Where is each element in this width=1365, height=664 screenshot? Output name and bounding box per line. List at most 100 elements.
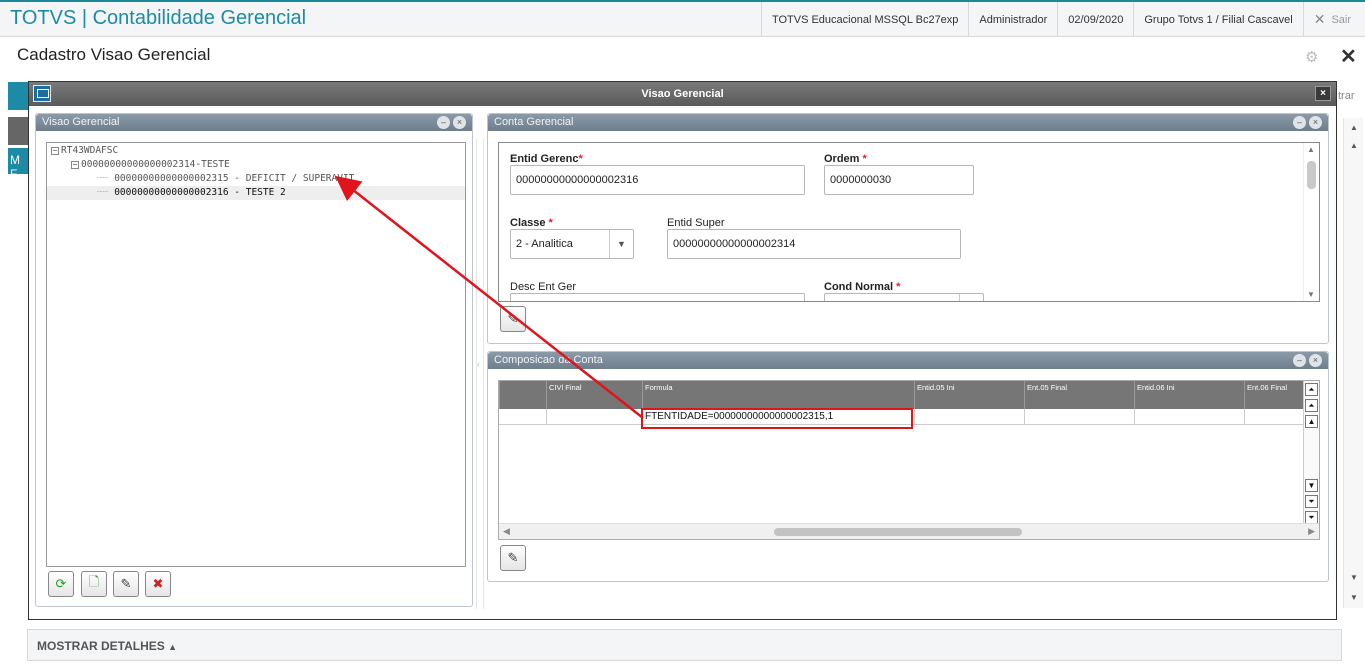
scroll-up-icon[interactable]: ▲ [1307, 145, 1315, 154]
entid-super-field[interactable]: 00000000000000002314 [667, 229, 961, 259]
delete-icon: ✖ [152, 576, 164, 591]
dialog-close-button[interactable]: × [1315, 86, 1331, 101]
classe-select[interactable]: 2 - Analitica ▼ [510, 229, 634, 259]
tree-node-2315[interactable]: ┈┈ 00000000000000002315 - DEFICIT / SUPE… [97, 172, 354, 186]
row-selector[interactable] [499, 409, 546, 425]
scroll-right-icon[interactable]: ▶ [1308, 526, 1315, 537]
grid-horizontal-scrollbar[interactable]: ◀ ▶ [499, 523, 1319, 539]
classe-label: Classe * [510, 217, 553, 229]
collapse-icon[interactable]: − [71, 160, 79, 169]
edit-icon: ✎ [507, 311, 519, 326]
scroll-down-icon[interactable]: ▼ [1348, 592, 1360, 604]
grid-vertical-scrollbar[interactable]: ⏶ ⏶ ▲ ▼ ⏷ ⏷ [1303, 381, 1319, 525]
civl-final-cell[interactable] [546, 409, 642, 425]
cond-normal-select[interactable] [824, 293, 984, 301]
conta-gerencial-header: Conta Gerencial – × [488, 114, 1328, 131]
scroll-thumb[interactable] [774, 528, 1022, 536]
grid-header: CIVl Final Formula Entid.05 Ini Ent.05 F… [499, 381, 1305, 409]
dialog-titlebar[interactable]: Visao Gerencial × [29, 82, 1336, 106]
composicao-panel: Composicao da Conta – × CIVl Final Formu… [487, 351, 1329, 582]
composicao-title: Composicao da Conta [494, 354, 603, 366]
panel-splitter[interactable]: ‹ [476, 139, 484, 609]
desc-ent-ger-field[interactable] [510, 293, 805, 301]
scroll-left-icon[interactable]: ◀ [503, 526, 510, 537]
tree-node-label: 00000000000000002315 - DEFICIT / SUPERAV… [114, 173, 355, 184]
close-icon[interactable]: × [1309, 116, 1322, 129]
minimize-icon[interactable]: – [1293, 116, 1306, 129]
page-close-button[interactable]: ✕ [1340, 44, 1357, 69]
grid-header-ent06-final[interactable]: Ent.06 Final [1244, 381, 1305, 409]
tree-panel-header: Visao Gerencial – × [36, 114, 472, 131]
grid-header-entid05-ini[interactable]: Entid.05 Ini [914, 381, 1024, 409]
background-scrollbar[interactable]: ▲ ▲ ▼ ▼ [1343, 118, 1363, 608]
ordem-label: Ordem * [824, 153, 867, 165]
tree-node-root[interactable]: − RT43WDAFSC [51, 144, 118, 158]
app-header: TOTVS | Contabilidade Gerencial TOTVS Ed… [0, 0, 1365, 37]
scroll-up-icon[interactable]: ▲ [1348, 122, 1360, 134]
tree-panel-title: Visao Gerencial [42, 116, 120, 128]
branch-label[interactable]: Grupo Totvs 1 / Filial Cascavel [1133, 2, 1302, 37]
edit-button[interactable]: ✎ [113, 571, 139, 597]
edit-button[interactable]: ✎ [500, 306, 526, 332]
tree-node-2314[interactable]: −00000000000000002314-TESTE [71, 158, 230, 172]
scroll-down-icon[interactable]: ▼ [1307, 290, 1315, 299]
desc-ent-ger-label: Desc Ent Ger [510, 281, 577, 293]
details-bar[interactable]: MOSTRAR DETALHES ▲ [27, 629, 1342, 661]
refresh-icon: ⟳ [55, 576, 67, 591]
show-details-toggle[interactable]: MOSTRAR DETALHES ▲ [37, 639, 177, 653]
user-label[interactable]: Administrador [968, 2, 1057, 37]
minimize-icon[interactable]: – [437, 116, 450, 129]
conta-gerencial-title: Conta Gerencial [494, 116, 574, 128]
grid-header-entid06-ini[interactable]: Entid.06 Ini [1134, 381, 1244, 409]
date-label[interactable]: 02/09/2020 [1057, 2, 1133, 37]
scroll-down-icon[interactable]: ▼ [1305, 479, 1318, 492]
chevron-down-icon[interactable]: ▼ [609, 230, 633, 258]
scroll-down-icon[interactable]: ▼ [1348, 572, 1360, 584]
scroll-up-icon[interactable]: ▲ [1305, 415, 1318, 428]
scroll-page-up-icon[interactable]: ⏶ [1305, 399, 1318, 412]
tree-node-label: 00000000000000002316 - TESTE 2 [114, 187, 286, 198]
close-icon[interactable]: × [453, 116, 466, 129]
scroll-page-down-icon[interactable]: ⏷ [1305, 495, 1318, 508]
delete-button[interactable]: ✖ [145, 571, 171, 597]
grid-header-cell [499, 381, 546, 409]
composicao-grid[interactable]: CIVl Final Formula Entid.05 Ini Ent.05 F… [498, 380, 1320, 540]
entid05-ini-cell[interactable] [914, 409, 1024, 425]
ent05-final-cell[interactable] [1024, 409, 1134, 425]
tree-node-2316[interactable]: ┈┈ 00000000000000002316 - TESTE 2 [47, 186, 465, 200]
ordem-field[interactable]: 0000000030 [824, 165, 974, 195]
refresh-button[interactable]: ⟳ [48, 571, 74, 597]
close-icon[interactable]: × [1309, 354, 1322, 367]
grid-header-civl-final[interactable]: CIVl Final [546, 381, 642, 409]
grid-header-ent05-final[interactable]: Ent.05 Final [1024, 381, 1134, 409]
form-scrollbar[interactable]: ▲ ▼ [1303, 143, 1319, 301]
scroll-thumb[interactable] [1307, 161, 1316, 189]
exit-button[interactable]: ✕ Sair [1302, 2, 1365, 37]
grid-header-formula[interactable]: Formula [642, 381, 914, 409]
tree-node-label: 00000000000000002314-TESTE [81, 159, 230, 170]
app-title: TOTVS | Contabilidade Gerencial [10, 7, 307, 29]
tree-connector-icon: ┈┈ [97, 173, 109, 184]
entid06-ini-cell[interactable] [1134, 409, 1244, 425]
collapse-icon[interactable]: − [51, 146, 59, 155]
conta-gerencial-form: Entid Gerenc* 00000000000000002316 Ordem… [498, 142, 1320, 302]
scroll-up-icon[interactable]: ▲ [1348, 140, 1360, 152]
chevron-left-icon[interactable]: ‹ [477, 359, 480, 369]
tree-panel: Visao Gerencial – × − RT43WDAFSC −0000000… [35, 113, 473, 607]
cond-normal-label: Cond Normal * [824, 281, 901, 293]
ent06-final-cell[interactable] [1244, 409, 1305, 425]
gear-icon[interactable]: ⚙ [1305, 48, 1318, 66]
edit-icon: ✎ [120, 576, 132, 591]
tree-node-label: RT43WDAFSC [61, 145, 119, 156]
minimize-icon[interactable]: – [1293, 354, 1306, 367]
edit-button[interactable]: ✎ [500, 545, 526, 571]
entid-gerenc-field[interactable]: 00000000000000002316 [510, 165, 805, 195]
tree-view[interactable]: − RT43WDAFSC −00000000000000002314-TESTE … [46, 142, 466, 567]
environment-label[interactable]: TOTVS Educacional MSSQL Bc27exp [760, 2, 968, 37]
scroll-top-icon[interactable]: ⏶ [1305, 383, 1318, 396]
chevron-down-icon[interactable] [959, 294, 983, 301]
background-menu-strip: M F [8, 148, 30, 181]
add-button[interactable]: 🗋 [81, 571, 107, 597]
add-document-icon: 🗋 [88, 574, 100, 589]
header-info: TOTVS Educacional MSSQL Bc27exp Administ… [760, 2, 1365, 37]
